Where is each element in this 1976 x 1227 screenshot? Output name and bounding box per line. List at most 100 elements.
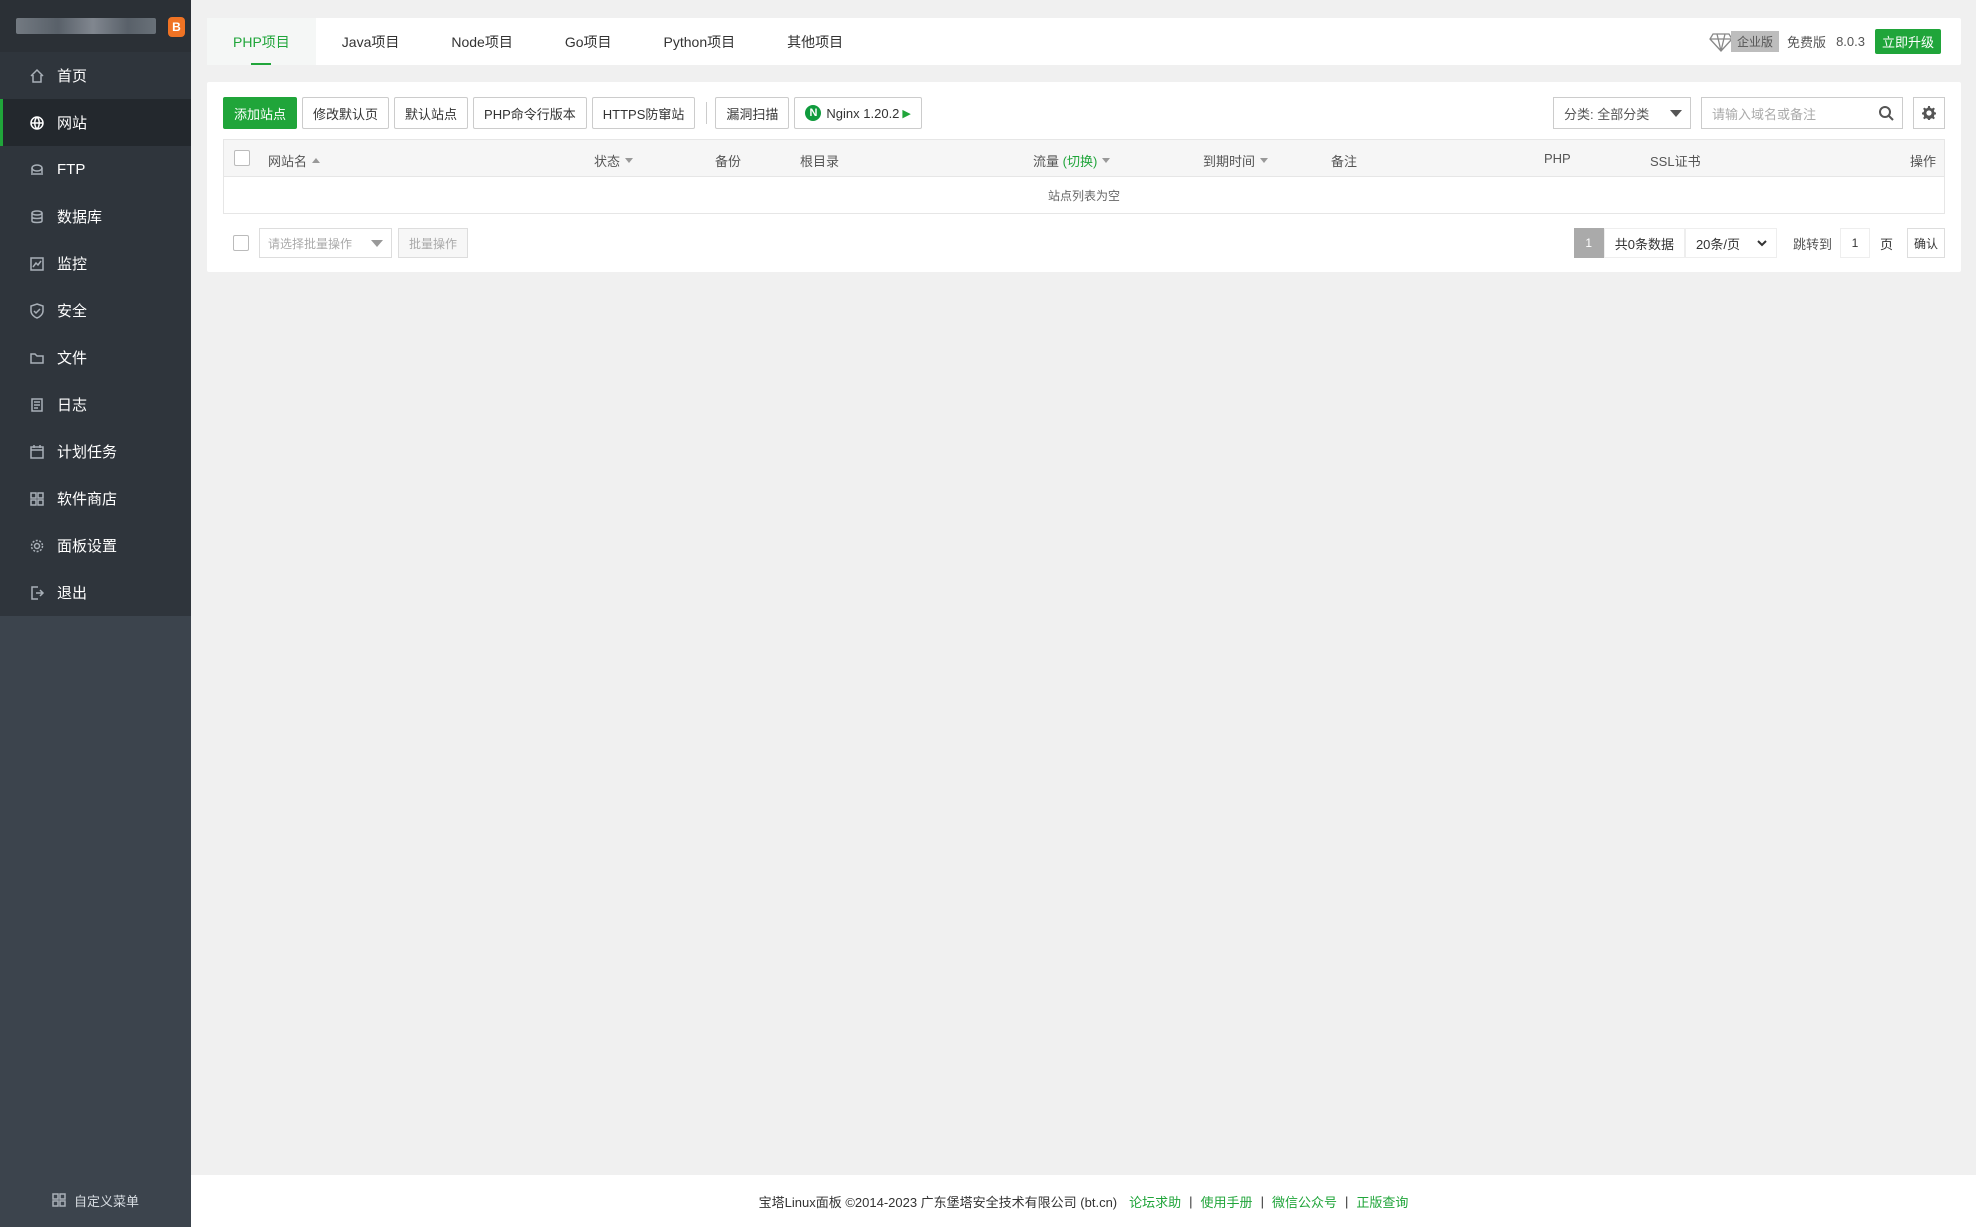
footer-link-manual[interactable]: 使用手册 <box>1201 1192 1253 1211</box>
free-edition-label: 免费版 <box>1787 35 1827 50</box>
col-actions: 操作 <box>1909 154 1936 169</box>
footer-link-wechat[interactable]: 微信公众号 <box>1272 1192 1337 1211</box>
sidebar-item-label: 文件 <box>57 350 88 367</box>
nginx-label: Nginx 1.20.2 <box>826 105 900 121</box>
batch-checkbox[interactable] <box>233 235 249 251</box>
upgrade-button[interactable]: 立即升级 <box>1874 29 1941 54</box>
sidebar-item-website[interactable]: 网站 <box>0 99 191 146</box>
col-expiry[interactable]: 到期时间 <box>1203 151 1269 170</box>
version-label: 8.0.3 <box>1836 34 1865 49</box>
sidebar-item-label: 数据库 <box>57 209 103 226</box>
tab-java[interactable]: Java项目 <box>316 18 426 65</box>
col-expiry-label: 到期时间 <box>1203 154 1256 169</box>
col-status-label: 状态 <box>594 154 621 169</box>
goto-confirm-button[interactable]: 确认 <box>1906 228 1945 258</box>
category-select[interactable]: 分类: 全部分类 <box>1553 97 1691 129</box>
nginx-button[interactable]: N Nginx 1.20.2 ▶ <box>794 97 922 129</box>
sidebar-item-ftp[interactable]: FTP <box>0 146 191 193</box>
tab-node[interactable]: Node项目 <box>425 18 538 65</box>
col-traffic[interactable]: 流量 (切换) <box>1033 151 1111 170</box>
settings-icon <box>29 538 45 554</box>
sidebar-item-files[interactable]: 文件 <box>0 334 191 381</box>
page-current[interactable]: 1 <box>1573 228 1604 258</box>
modify-default-page-button[interactable]: 修改默认页 <box>302 97 390 129</box>
traffic-toggle-link[interactable]: (切换) <box>1063 151 1098 170</box>
col-site-name[interactable]: 网站名 <box>268 151 321 170</box>
footer-divider: | <box>1260 1193 1264 1209</box>
goto-page-input[interactable]: 1 <box>1839 228 1870 258</box>
sidebar-item-label: 安全 <box>57 303 88 320</box>
toolbar-divider <box>706 102 708 124</box>
page-size-value: 20条/页 <box>1695 236 1741 252</box>
tab-go[interactable]: Go项目 <box>539 18 638 65</box>
table-settings-button[interactable] <box>1913 97 1945 129</box>
sidebar-item-monitor[interactable]: 监控 <box>0 240 191 287</box>
custom-menu-button[interactable]: 自定义菜单 <box>0 1185 191 1215</box>
col-php: PHP <box>1544 151 1571 166</box>
sidebar-item-logout[interactable]: 退出 <box>0 569 191 616</box>
ftp-icon <box>29 162 45 178</box>
sidebar-item-panel-settings[interactable]: 面板设置 <box>0 522 191 569</box>
nginx-logo-icon: N <box>805 105 822 121</box>
chevron-down-icon <box>1756 237 1768 252</box>
brand-badge-icon[interactable]: B <box>168 17 185 37</box>
copyright: 宝塔Linux面板 ©2014-2023 广东堡塔安全技术有限公司 (bt.cn… <box>758 1194 1118 1210</box>
play-icon: ▶ <box>902 107 911 120</box>
project-tabbar: PHP项目 Java项目 Node项目 Go项目 Python项目 其他项目 企… <box>207 18 1961 65</box>
add-site-button[interactable]: 添加站点 <box>223 97 298 129</box>
enterprise-badge[interactable]: 企业版 <box>1709 31 1780 52</box>
php-cli-version-button[interactable]: PHP命令行版本 <box>473 97 587 129</box>
page-size-select[interactable]: 20条/页 <box>1684 228 1777 258</box>
category-select-value: 分类: 全部分类 <box>1564 106 1650 122</box>
https-guard-button[interactable]: HTTPS防窜站 <box>591 97 696 129</box>
sidebar-item-label: FTP <box>57 161 86 178</box>
sidebar-item-security[interactable]: 安全 <box>0 287 191 334</box>
grid-icon <box>52 1193 66 1207</box>
col-backup: 备份 <box>715 154 742 169</box>
empty-table-message: 站点列表为空 <box>1047 188 1120 203</box>
sort-desc-icon <box>625 158 634 163</box>
col-site-name-label: 网站名 <box>268 154 308 169</box>
footer-link-forum[interactable]: 论坛求助 <box>1129 1192 1181 1211</box>
col-traffic-label: 流量 <box>1033 154 1060 169</box>
enterprise-label: 企业版 <box>1731 31 1780 52</box>
vuln-scan-button[interactable]: 漏洞扫描 <box>715 97 790 129</box>
sidebar-item-label: 软件商店 <box>57 491 118 508</box>
tab-other[interactable]: 其他项目 <box>761 18 869 65</box>
default-site-button[interactable]: 默认站点 <box>394 97 469 129</box>
edition-info: 企业版 免费版 8.0.3 立即升级 <box>1709 29 1961 54</box>
apps-icon <box>29 491 45 507</box>
sidebar-item-label: 退出 <box>57 585 88 602</box>
tab-python[interactable]: Python项目 <box>638 18 762 65</box>
home-icon <box>29 68 45 84</box>
sidebar-item-label: 首页 <box>57 68 88 85</box>
caret-down-icon <box>1670 110 1682 117</box>
footer-link-license[interactable]: 正版查询 <box>1356 1192 1408 1211</box>
select-all-checkbox[interactable] <box>234 150 250 166</box>
sidebar-item-home[interactable]: 首页 <box>0 52 191 99</box>
sort-desc-icon <box>1260 158 1269 163</box>
col-remark: 备注 <box>1331 154 1358 169</box>
sidebar-item-appstore[interactable]: 软件商店 <box>0 475 191 522</box>
tab-php[interactable]: PHP项目 <box>207 18 316 65</box>
brand-logo <box>16 18 156 34</box>
shield-icon <box>29 302 45 319</box>
sidebar-item-database[interactable]: 数据库 <box>0 193 191 240</box>
batch-action-button[interactable]: 批量操作 <box>398 228 469 258</box>
diamond-icon <box>1709 32 1733 52</box>
search-icon[interactable] <box>1878 105 1894 124</box>
goto-label: 跳转到 <box>1792 236 1832 252</box>
logout-icon <box>29 585 45 601</box>
filter-tools: 分类: 全部分类 请输入域名或备注 <box>1553 97 1945 129</box>
col-status[interactable]: 状态 <box>594 151 634 170</box>
sidebar-item-logs[interactable]: 日志 <box>0 381 191 428</box>
calendar-icon <box>29 444 45 460</box>
sidebar-item-label: 日志 <box>57 397 88 414</box>
site-toolbar: 添加站点 修改默认页 默认站点 PHP命令行版本 HTTPS防窜站 漏洞扫描 N… <box>223 97 927 129</box>
sidebar-item-cron[interactable]: 计划任务 <box>0 428 191 475</box>
batch-select-placeholder: 请选择批量操作 <box>268 236 353 251</box>
batch-action-select[interactable]: 请选择批量操作 <box>259 228 392 258</box>
col-ssl: SSL证书 <box>1650 154 1701 169</box>
search-placeholder: 请输入域名或备注 <box>1712 106 1817 122</box>
search-input[interactable]: 请输入域名或备注 <box>1701 97 1903 129</box>
